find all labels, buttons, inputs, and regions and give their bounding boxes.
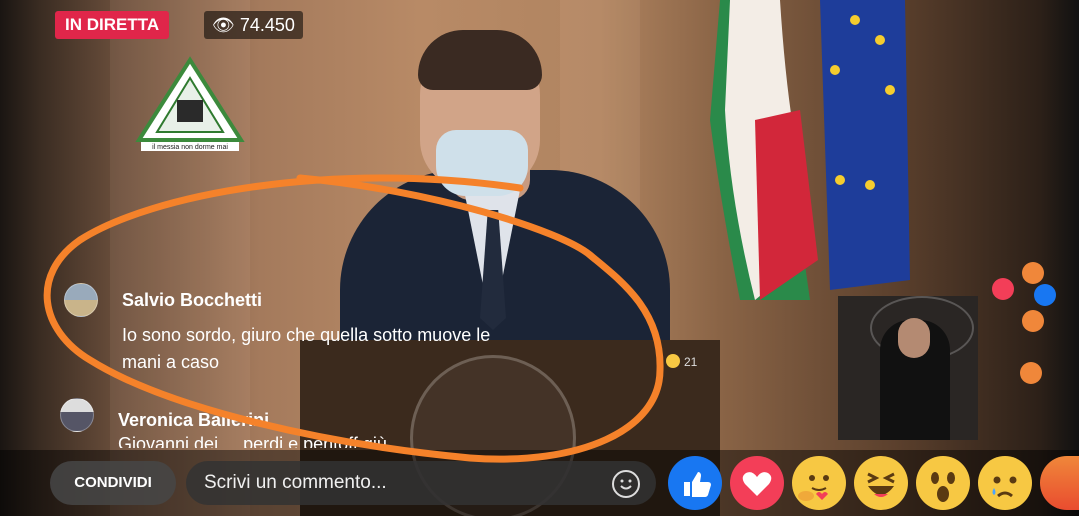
- comment-text: Io sono sordo, giuro che quella sotto mu…: [122, 325, 491, 345]
- share-button[interactable]: CONDIVIDI: [50, 461, 176, 505]
- sad-reaction-button[interactable]: [978, 456, 1032, 510]
- haha-reaction-button[interactable]: [854, 456, 908, 510]
- sad-face-icon: [992, 476, 1017, 498]
- eu-flag: [820, 0, 910, 290]
- wow-reaction-button[interactable]: [916, 456, 970, 510]
- sign-interpreter-face: [898, 318, 930, 358]
- avatar[interactable]: [60, 398, 94, 432]
- comment-text-clip: Giovanni dei ... perdi e pentoff giù ...: [118, 436, 678, 448]
- emoji-picker-icon[interactable]: [612, 470, 640, 498]
- comment-input[interactable]: [186, 461, 656, 505]
- logo-text: il messia non dorme mai: [152, 144, 228, 151]
- face-mask: [436, 130, 528, 196]
- eye-icon: 👁︎: [212, 15, 235, 35]
- comment-author[interactable]: Salvio Bocchetti: [122, 290, 262, 311]
- comment-text: Giovanni dei ... perdi e pentoff giù ...: [118, 436, 407, 448]
- heart-icon: [742, 472, 772, 496]
- laughing-face-icon: [867, 472, 895, 497]
- angry-reaction-icon: [1022, 310, 1044, 332]
- love-reaction-icon: [992, 278, 1014, 300]
- care-reaction-button[interactable]: [792, 456, 846, 510]
- live-video-stage[interactable]: IN DIRETTA 👁︎ 74.450 il messia non dorme…: [0, 0, 1079, 516]
- watermark-logo: il messia non dorme mai: [135, 56, 245, 151]
- angry-reaction-icon: [1022, 262, 1044, 284]
- live-badge: IN DIRETTA: [55, 11, 170, 39]
- viewer-count: 👁︎ 74.450: [204, 11, 303, 39]
- love-reaction-button[interactable]: [730, 456, 784, 510]
- like-reaction-icon: [1034, 284, 1056, 306]
- comment-text: mani a caso: [122, 352, 220, 372]
- like-reaction-button[interactable]: [668, 456, 722, 510]
- comment-reaction-count: 21: [684, 355, 698, 369]
- surprised-face-icon: [931, 472, 955, 502]
- viewer-count-value: 74.450: [239, 15, 295, 35]
- speaker-hair: [418, 30, 542, 90]
- avatar[interactable]: [64, 283, 98, 317]
- care-face-icon: [798, 475, 829, 501]
- haha-reaction-icon: [666, 354, 680, 368]
- comment-author[interactable]: Veronica Ballerini: [118, 410, 269, 431]
- angry-reaction-icon: [1020, 362, 1042, 384]
- thumbs-up-icon: [684, 472, 711, 497]
- italian-flag: [710, 0, 818, 300]
